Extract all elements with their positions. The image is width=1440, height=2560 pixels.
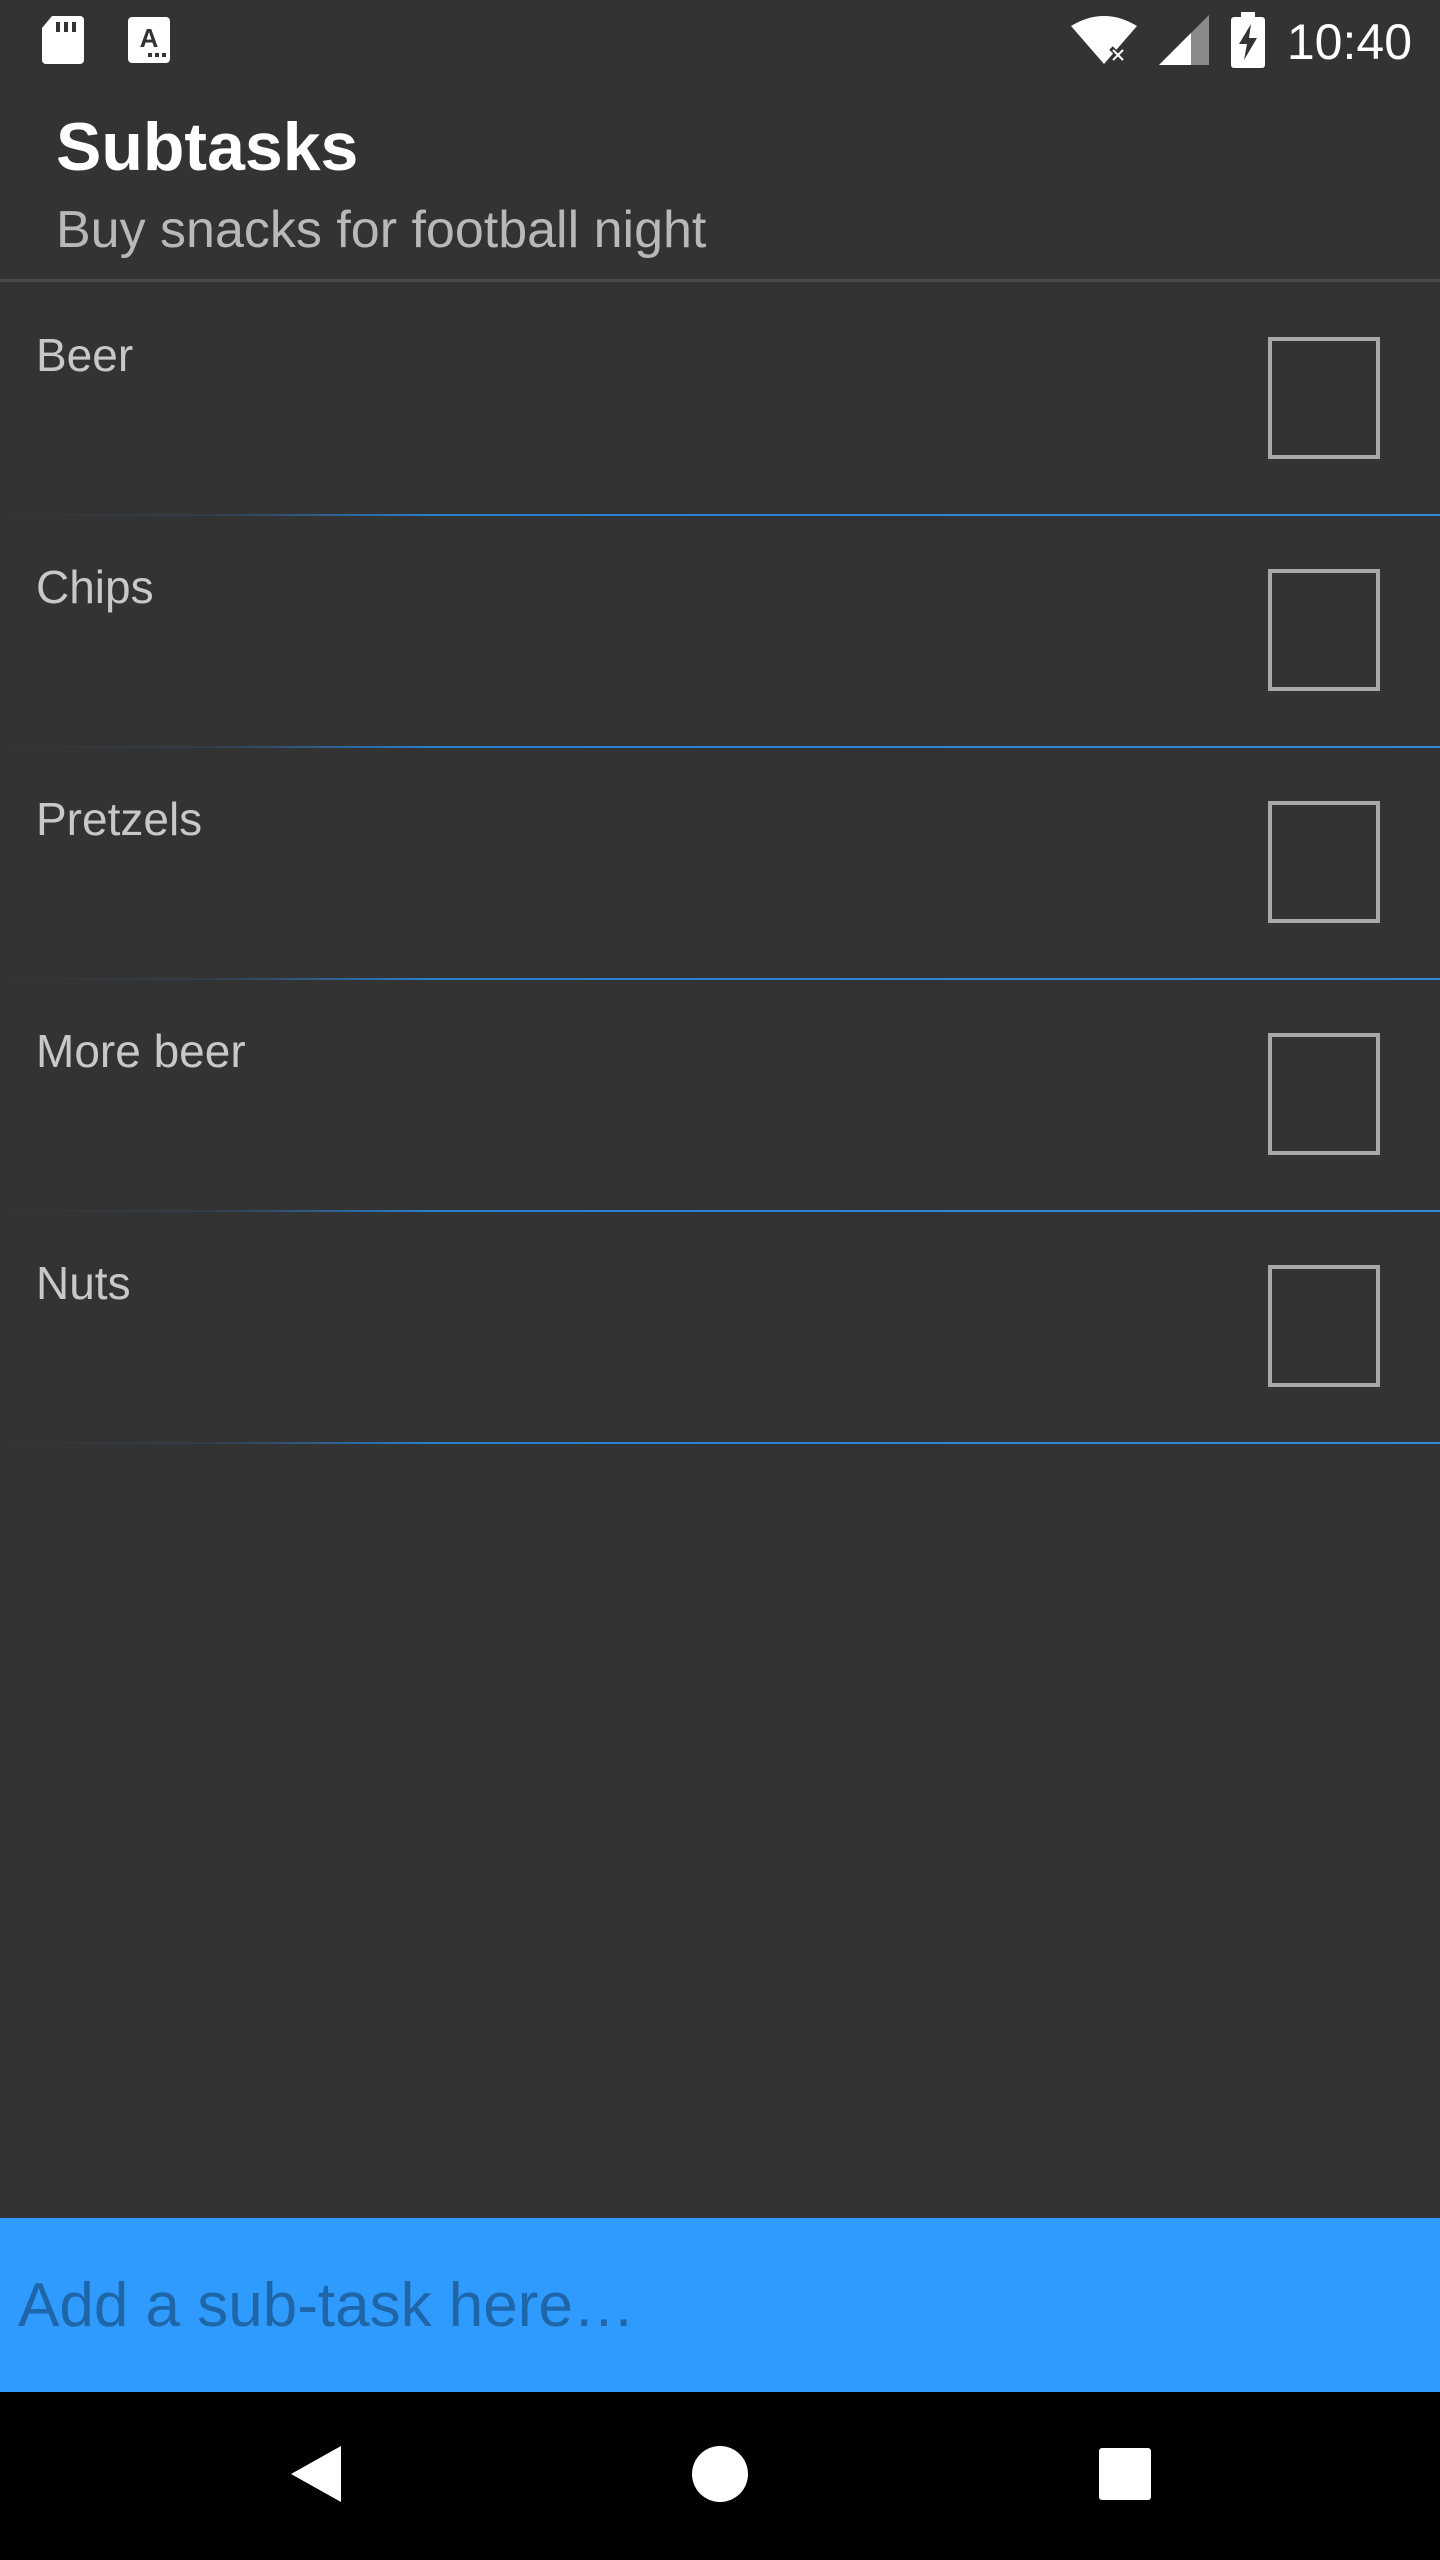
home-button[interactable]	[640, 2392, 800, 2560]
page-title: Subtasks	[56, 109, 359, 185]
page-subtitle: Buy snacks for football night	[56, 201, 707, 259]
subtask-checkbox[interactable]	[1268, 337, 1380, 459]
battery-charging-icon	[1230, 11, 1265, 73]
add-subtask-input[interactable]	[0, 2218, 1440, 2392]
screen: A 10:40 Subtasks Buy snacks for football…	[0, 0, 1440, 2560]
subtask-label: Pretzels	[36, 793, 203, 845]
list-item[interactable]: Nuts	[0, 1212, 1440, 1444]
subtask-label: Beer	[36, 329, 134, 381]
clock: 10:40	[1286, 14, 1412, 70]
back-button[interactable]	[236, 2392, 396, 2560]
navigation-bar	[0, 2392, 1440, 2560]
subtask-label: Nuts	[36, 1257, 131, 1309]
back-icon	[289, 2444, 343, 2509]
subtask-list: Beer Chips Pretzels More beer Nuts	[0, 284, 1440, 1444]
svg-text:A: A	[140, 23, 159, 53]
list-item[interactable]: Chips	[0, 516, 1440, 748]
status-bar: A 10:40	[0, 0, 1440, 84]
subtask-checkbox[interactable]	[1268, 1265, 1380, 1387]
subtask-label: Chips	[36, 561, 154, 613]
recents-icon	[1099, 2447, 1151, 2505]
app-notification-icon: A	[128, 16, 170, 68]
list-item[interactable]: Pretzels	[0, 748, 1440, 980]
subtask-checkbox[interactable]	[1268, 801, 1380, 923]
wifi-icon	[1070, 14, 1137, 71]
add-subtask-bar	[0, 2218, 1440, 2392]
list-item[interactable]: Beer	[0, 284, 1440, 516]
sd-card-icon	[40, 14, 84, 71]
signal-icon	[1158, 14, 1209, 70]
home-icon	[691, 2445, 749, 2508]
subtask-checkbox[interactable]	[1268, 569, 1380, 691]
subtask-label: More beer	[36, 1025, 246, 1077]
subtask-checkbox[interactable]	[1268, 1033, 1380, 1155]
recents-button[interactable]	[1045, 2392, 1205, 2560]
header: Subtasks Buy snacks for football night	[0, 84, 1440, 282]
list-item[interactable]: More beer	[0, 980, 1440, 1212]
